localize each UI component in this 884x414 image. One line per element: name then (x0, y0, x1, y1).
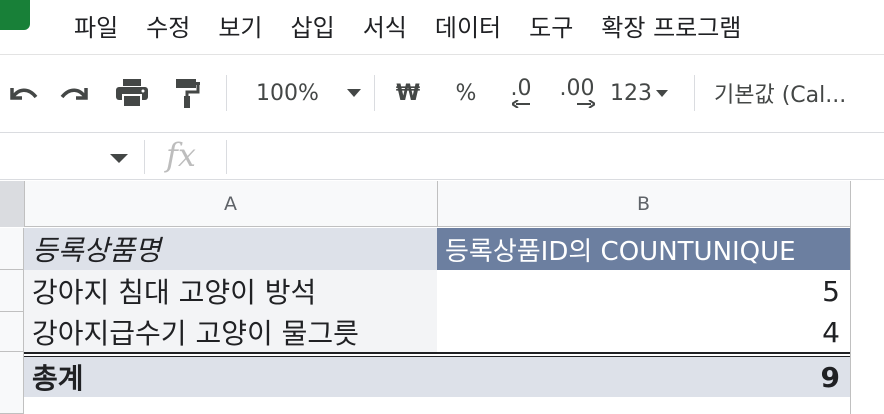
formula-separator (226, 140, 227, 174)
column-c-partial[interactable] (850, 181, 884, 414)
paint-format-icon[interactable] (170, 73, 206, 113)
formula-input[interactable] (236, 134, 884, 180)
zoom-value: 100% (256, 80, 319, 106)
number-format-select[interactable]: 123 (610, 73, 676, 113)
menu-file[interactable]: 파일 (74, 8, 118, 43)
select-all-corner[interactable] (0, 181, 25, 227)
total-value-cell[interactable]: 9 (437, 357, 850, 397)
column-header-bar: A B (0, 181, 884, 227)
menu-items: 파일 수정 보기 삽입 서식 데이터 도구 확장 프로그램 (74, 8, 769, 43)
formula-separator (144, 140, 145, 174)
increase-decimal-button[interactable]: .00 (552, 73, 602, 113)
fx-icon: fx (166, 136, 196, 174)
row-header-4[interactable] (0, 352, 24, 414)
menu-insert[interactable]: 삽입 (291, 8, 335, 43)
cell-a2[interactable]: 강아지 침대 고양이 방석 (24, 270, 437, 312)
menu-data[interactable]: 데이터 (435, 8, 501, 43)
total-label-cell[interactable]: 총계 (24, 357, 437, 397)
font-family-select[interactable]: 기본값 (Cal... (714, 73, 884, 113)
toolbar: 100% ₩ % .0 .00 123 기본값 (Cal... (0, 55, 884, 133)
cell-b3[interactable]: 4 (437, 312, 850, 352)
name-box[interactable] (0, 134, 134, 180)
cell-a3[interactable]: 강아지급수기 고양이 물그릇 (24, 312, 437, 352)
menu-tools[interactable]: 도구 (529, 8, 573, 43)
redo-icon[interactable] (56, 73, 96, 113)
chevron-down-icon (346, 89, 361, 97)
cell-b2[interactable]: 5 (437, 270, 850, 312)
row-header-1[interactable] (0, 228, 24, 270)
pivot-header-cell-b[interactable]: 등록상품ID의 COUNTUNIQUE (437, 228, 850, 270)
menu-extensions[interactable]: 확장 프로그램 (601, 8, 741, 43)
number-format-label: 123 (610, 80, 652, 106)
decrease-decimal-button[interactable]: .0 (496, 73, 546, 113)
arrow-left-icon (512, 100, 530, 108)
percent-format-button[interactable]: % (446, 73, 486, 113)
app-logo[interactable] (0, 0, 30, 30)
percent-icon: % (455, 80, 477, 106)
undo-icon[interactable] (2, 73, 42, 113)
arrow-right-icon (577, 100, 595, 108)
row-header-2[interactable] (0, 270, 24, 312)
toolbar-separator (226, 75, 227, 111)
currency-format-button[interactable]: ₩ (388, 73, 428, 113)
toolbar-separator (374, 75, 375, 111)
menu-edit[interactable]: 수정 (146, 8, 190, 43)
zoom-select[interactable]: 100% (240, 73, 366, 113)
total-rule-top (24, 352, 850, 354)
print-icon[interactable] (112, 73, 152, 113)
column-header-b[interactable]: B (437, 181, 851, 227)
menu-format[interactable]: 서식 (363, 8, 407, 43)
formula-bar: fx (0, 134, 884, 180)
currency-icon: ₩ (395, 80, 421, 106)
decrease-decimal-label: .0 (510, 76, 532, 101)
column-header-a[interactable]: A (24, 181, 438, 227)
menu-view[interactable]: 보기 (218, 8, 262, 43)
chevron-down-icon (110, 154, 128, 163)
toolbar-separator (694, 75, 695, 111)
pivot-header-cell-a[interactable]: 등록상품명 (24, 228, 437, 270)
chevron-down-icon (656, 89, 668, 97)
increase-decimal-label: .00 (559, 76, 595, 101)
menu-bar: 파일 수정 보기 삽입 서식 데이터 도구 확장 프로그램 (0, 0, 884, 55)
row-header-3[interactable] (0, 312, 24, 352)
font-family-label: 기본값 (Cal... (714, 83, 847, 108)
